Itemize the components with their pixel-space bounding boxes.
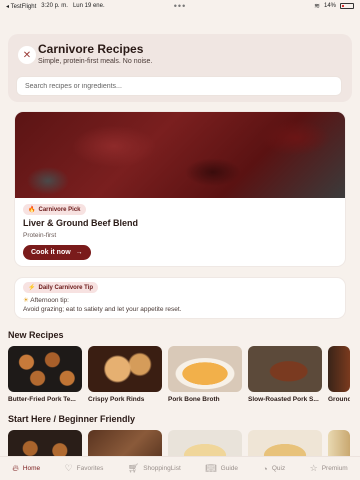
arrow-right-icon: →	[75, 249, 83, 256]
recipe-tile[interactable]: Pork Bone Broth	[168, 346, 242, 403]
recipe-title: Pork Bone Broth	[168, 396, 220, 403]
daily-tip-card: ⚡ Daily Carnivore Tip ☀ Afternoon tip: A…	[15, 278, 345, 318]
tab-guide[interactable]: 📖︎ Guide	[205, 463, 238, 474]
featured-recipe-card[interactable]: 🔥 Carnivore Pick Liver & Ground Beef Ble…	[15, 112, 345, 266]
new-recipes-row: Butter-Fried Pork Te... Crispy Pork Rind…	[8, 346, 350, 403]
tab-label: Quiz	[271, 465, 286, 472]
flame-icon: 🔥	[28, 207, 36, 213]
multitask-dots[interactable]: •••	[174, 2, 186, 11]
beginner-recipes-row	[8, 430, 350, 456]
recipe-image	[168, 430, 242, 456]
tab-label: Favorites	[76, 465, 104, 472]
battery-percent: 14%	[323, 3, 336, 9]
tab-premium[interactable]: ☆ Premium	[310, 463, 348, 474]
tab-quiz[interactable]: ◔ Quiz	[262, 464, 285, 474]
lightning-icon: ⚡	[28, 285, 36, 291]
heart-icon: ♡	[64, 463, 73, 473]
app-logo-icon: ✕	[18, 46, 36, 64]
recipe-tile[interactable]	[8, 430, 82, 456]
recipe-tile[interactable]: Crispy Pork Rinds	[88, 346, 162, 403]
recipe-image	[248, 430, 322, 456]
recipe-image	[328, 346, 350, 392]
quiz-icon: ◔	[262, 463, 268, 474]
tab-favorites[interactable]: ♡ Favorites	[65, 463, 104, 474]
recipe-tile[interactable]	[248, 430, 322, 456]
recipe-tile[interactable]	[328, 430, 350, 456]
beginner-heading: Start Here / Beginner Friendly	[8, 414, 136, 424]
new-recipes-heading: New Recipes	[8, 330, 64, 340]
recipe-image	[248, 346, 322, 392]
tab-bar: 🔥︎ Home ♡ Favorites 🛒︎ ShoppingList 📖︎ G…	[0, 456, 360, 480]
tip-heading: ☀ Afternoon tip:	[23, 297, 69, 304]
recipe-tile[interactable]	[168, 430, 242, 456]
recipe-image	[88, 430, 162, 456]
featured-recipe-title: Liver & Ground Beef Blend	[23, 218, 139, 228]
status-carrier[interactable]: ◂ TestFlight	[6, 3, 36, 10]
recipe-title: Ground	[328, 396, 350, 403]
status-time: 3:20 p. m.	[41, 3, 68, 9]
tab-label: ShoppingList	[143, 465, 181, 472]
home-icon: 🔥︎	[12, 463, 19, 473]
status-bar: ◂ TestFlight 3:20 p. m. Lun 19 ene. ••• …	[0, 0, 360, 12]
recipe-image	[8, 430, 82, 456]
status-date: Lun 19 ene.	[72, 3, 105, 9]
tip-text: Avoid grazing; eat to satiety and let yo…	[23, 306, 182, 313]
book-icon: 📖︎	[205, 463, 217, 473]
recipe-title: Slow-Roasted Pork S...	[248, 396, 319, 403]
featured-recipe-subtitle: Protein-first	[23, 232, 57, 239]
recipe-image	[168, 346, 242, 392]
recipe-title: Crispy Pork Rinds	[88, 396, 145, 403]
recipe-tile[interactable]: Ground	[328, 346, 350, 403]
recipe-image	[8, 346, 82, 392]
battery-icon	[340, 3, 354, 9]
app-subtitle: Simple, protein-first meals. No noise.	[38, 58, 153, 65]
daily-tip-badge: ⚡ Daily Carnivore Tip	[23, 282, 99, 293]
daily-tip-label: Daily Carnivore Tip	[38, 284, 94, 291]
carnivore-pick-label: Carnivore Pick	[38, 206, 81, 213]
recipe-image	[88, 346, 162, 392]
header-card: ✕ Carnivore Recipes Simple, protein-firs…	[8, 34, 352, 102]
recipe-image	[328, 430, 350, 456]
cook-it-now-label: Cook it now	[31, 249, 71, 256]
recipe-tile[interactable]: Slow-Roasted Pork S...	[248, 346, 322, 403]
tab-label: Home	[22, 465, 41, 472]
tab-label: Guide	[220, 465, 239, 472]
tab-home[interactable]: 🔥︎ Home	[12, 463, 40, 474]
recipe-tile[interactable]: Butter-Fried Pork Te...	[8, 346, 82, 403]
tab-label: Premium	[321, 465, 348, 472]
cook-it-now-button[interactable]: Cook it now →	[23, 245, 91, 260]
search-input[interactable]	[16, 76, 342, 96]
cart-icon: 🛒︎	[127, 463, 140, 473]
star-icon: ☆	[309, 463, 318, 473]
recipe-tile[interactable]	[88, 430, 162, 456]
wifi-icon: ≋	[314, 3, 320, 10]
sun-icon: ☀	[23, 297, 29, 304]
recipe-title: Butter-Fried Pork Te...	[8, 396, 76, 403]
app-title: Carnivore Recipes	[38, 42, 144, 56]
carnivore-pick-badge: 🔥 Carnivore Pick	[23, 204, 86, 215]
tab-shoppinglist[interactable]: 🛒︎ ShoppingList	[128, 463, 181, 474]
featured-recipe-image	[15, 112, 345, 198]
